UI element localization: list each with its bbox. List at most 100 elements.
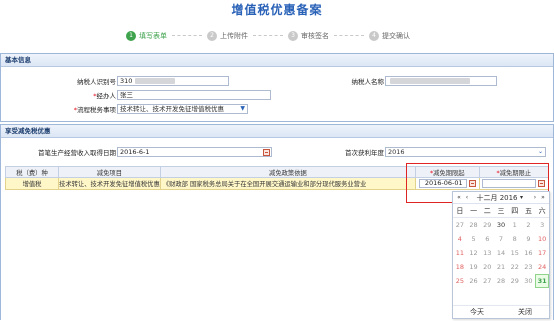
calendar-day[interactable]: 21 (494, 260, 508, 274)
calendar-day[interactable]: 28 (494, 274, 508, 288)
redacted-value (390, 78, 470, 84)
handler-field[interactable]: 张三 (117, 90, 271, 100)
step-number: 4 (369, 31, 379, 41)
calendar-day[interactable]: 27 (453, 218, 467, 232)
step-progress: 1 填写表单 2 上传附件 3 审核签名 4 提交确认 (0, 30, 554, 42)
step-number: 2 (207, 31, 217, 41)
weekday-label: 一 (470, 206, 478, 215)
weekday-label: 二 (483, 206, 491, 215)
calendar-day[interactable]: 23 (522, 260, 536, 274)
taxpayer-id-label: 纳税人识别号 (77, 78, 116, 86)
basic-info-header: 基本信息 (1, 54, 553, 67)
taxpayer-id-field[interactable]: 310 (117, 76, 229, 86)
step-label: 填写表单 (139, 32, 167, 40)
chevron-down-icon: ⌄ (537, 148, 543, 155)
page-title: 增值税优惠备案 (231, 3, 323, 17)
calendar-day[interactable]: 27 (480, 274, 494, 288)
col-header-policy-basis: 减免政策依据 (159, 166, 417, 178)
process-item-select[interactable]: 技术转让、技术开发免征增值税优惠 ▼ (117, 104, 248, 114)
calendar-day[interactable]: 20 (480, 260, 494, 274)
basic-info-panel: 基本信息 纳税人识别号 310 纳税人名称 *经办人 张三 *流程税务事项 技术… (0, 53, 554, 122)
col-header-tax-type: 税（费）种 (4, 166, 60, 178)
calendar-day[interactable]: 29 (480, 218, 494, 232)
calendar-day[interactable]: 11 (453, 246, 467, 260)
calendar-day[interactable]: 1 (508, 218, 522, 232)
taxpayer-name-label: 纳税人名称 (351, 78, 385, 86)
calendar-day[interactable]: 3 (535, 218, 549, 232)
weekday-label: 六 (538, 206, 546, 215)
calendar-day[interactable]: 2 (522, 218, 536, 232)
first-profit-year-row: 首次获利年度 2016 ⌄ (331, 147, 546, 157)
first-profit-year-label: 首次获利年度 (345, 149, 384, 157)
calendar-day[interactable]: 22 (508, 260, 522, 274)
weekday-label: 三 (497, 206, 505, 215)
calendar-day[interactable]: 16 (522, 246, 536, 260)
first-profit-year-select[interactable]: 2016 ⌄ (385, 147, 546, 157)
cell-tax-type: 增值税 (4, 177, 60, 190)
calendar-day[interactable]: 30 (522, 274, 536, 288)
first-income-date-field[interactable]: 2016-6-1 (117, 147, 272, 157)
calendar-day[interactable]: 10 (535, 232, 549, 246)
next-month-button[interactable]: › (531, 194, 539, 201)
first-income-date-row: 首笔生产经营收入取得日期 2016-6-1 (23, 147, 272, 157)
weekday-label: 四 (511, 206, 519, 215)
calendar-day[interactable]: 7 (494, 232, 508, 246)
next-year-button[interactable]: » (539, 194, 547, 201)
calendar-day[interactable]: 6 (480, 232, 494, 246)
step-label: 审核签名 (301, 32, 329, 40)
step-divider (334, 35, 364, 36)
handler-label: *经办人 (93, 92, 116, 100)
col-header-relief-item: 减免项目 (58, 166, 161, 178)
calendar-day[interactable]: 17 (535, 246, 549, 260)
first-income-date-label: 首笔生产经营收入取得日期 (38, 149, 116, 157)
calendar-day[interactable]: 13 (480, 246, 494, 260)
redacted-value (135, 78, 176, 84)
calendar-header: « ‹ 十二月 2016 ▾ › » (453, 192, 549, 204)
calendar-month-label: 十二月 2016 (476, 193, 518, 202)
weekday-label: 五 (524, 206, 532, 215)
calendar-day[interactable]: 26 (467, 274, 481, 288)
calendar-day[interactable]: 19 (467, 260, 481, 274)
calendar-day[interactable]: 15 (508, 246, 522, 260)
chevron-down-icon: ▼ (240, 105, 245, 112)
month-menu-button[interactable]: ▾ (518, 194, 526, 201)
close-button[interactable]: 关闭 (501, 306, 549, 318)
calendar-icon[interactable] (263, 149, 270, 156)
cell-policy-basis: 《财政部 国家税务总局关于在全国开展交通运输业和部分现代服务业营业 (159, 177, 417, 190)
calendar-day[interactable]: 12 (467, 246, 481, 260)
step-divider (172, 35, 202, 36)
calendar-day[interactable]: 14 (494, 246, 508, 260)
step-submit: 4 提交确认 (369, 30, 410, 42)
weekday-label: 日 (456, 206, 464, 215)
prev-month-button[interactable]: ‹ (463, 194, 471, 201)
taxpayer-name-row: 纳税人名称 (335, 76, 497, 86)
process-item-label: *流程税务事项 (73, 106, 116, 114)
calendar-day[interactable]: 24 (535, 260, 549, 274)
calendar-day[interactable]: 9 (522, 232, 536, 246)
cell-relief-item: 技术转让、技术开发免征增值税优惠 (58, 177, 161, 190)
calendar-day[interactable]: 5 (467, 232, 481, 246)
calendar-day[interactable]: 30 (494, 218, 508, 232)
process-item-row: *流程税务事项 技术转让、技术开发免征增值税优惠 ▼ (61, 104, 248, 114)
date-picker-popup: « ‹ 十二月 2016 ▾ › » 日 一 二 三 四 五 六 27 28 2… (452, 191, 550, 319)
calendar-day[interactable]: 25 (453, 274, 467, 288)
step-number: 1 (126, 31, 136, 41)
handler-row: *经办人 张三 (61, 90, 271, 100)
calendar-day[interactable]: 28 (467, 218, 481, 232)
calendar-day[interactable]: 4 (453, 232, 467, 246)
weekday-row: 日 一 二 三 四 五 六 (453, 204, 549, 218)
step-number: 3 (288, 31, 298, 41)
calendar-day[interactable]: 8 (508, 232, 522, 246)
calendar-footer: 今天 关闭 (453, 305, 549, 318)
taxpayer-id-row: 纳税人识别号 310 (61, 76, 229, 86)
calendar-day[interactable]: 18 (453, 260, 467, 274)
today-button[interactable]: 今天 (453, 306, 501, 318)
taxpayer-name-field[interactable] (385, 76, 497, 86)
step-divider (253, 35, 283, 36)
calendar-day[interactable]: 29 (508, 274, 522, 288)
calendar-day-today[interactable]: 31 (535, 274, 549, 288)
step-review-sign: 3 审核签名 (288, 30, 329, 42)
prev-year-button[interactable]: « (455, 194, 463, 201)
step-label: 提交确认 (382, 32, 410, 40)
step-label: 上传附件 (220, 32, 248, 40)
